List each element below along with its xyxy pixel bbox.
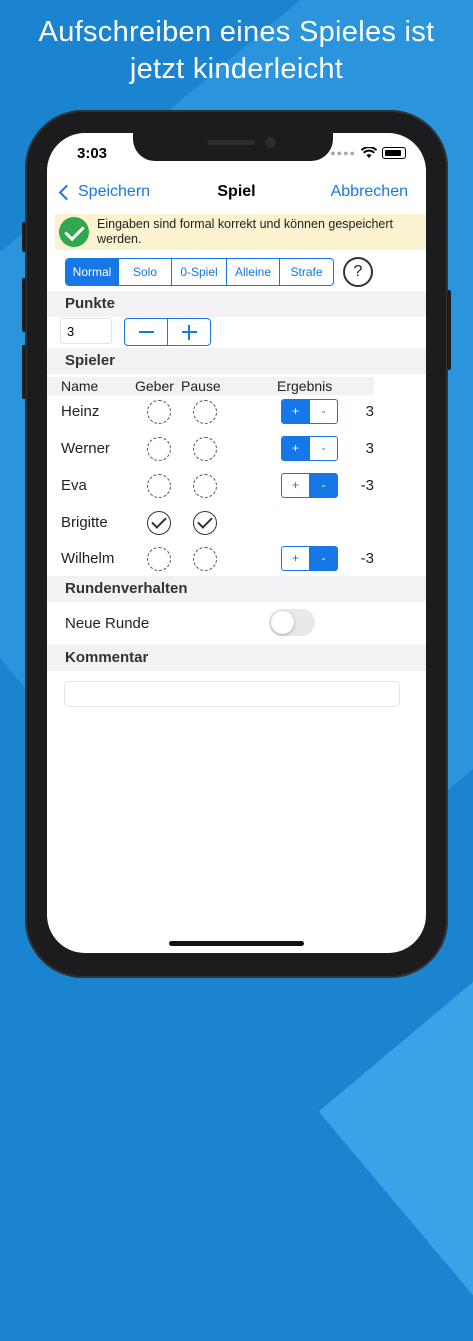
pause-checkmark-icon[interactable]: [193, 511, 217, 535]
player-result: -3: [360, 550, 374, 567]
check-circle-icon: [59, 217, 89, 247]
game-type-normal[interactable]: Normal: [66, 259, 118, 285]
player-result: 3: [365, 403, 374, 420]
game-type-alleine[interactable]: Alleine: [226, 259, 279, 285]
points-increment-button[interactable]: [167, 319, 210, 345]
pause-radio[interactable]: [193, 474, 217, 498]
result-minus-button[interactable]: -: [309, 547, 337, 570]
phone-volume-up: [22, 278, 26, 332]
result-sign-toggle: + -: [281, 399, 338, 424]
player-row: Brigitte: [47, 508, 426, 538]
notch: [133, 133, 333, 161]
home-indicator: [169, 941, 304, 946]
result-plus-button[interactable]: +: [282, 437, 309, 460]
phone-mute-switch: [22, 222, 26, 252]
result-sign-toggle: + -: [281, 473, 338, 498]
player-result: 3: [365, 440, 374, 457]
speaker-icon: [207, 140, 255, 145]
player-name: Brigitte: [61, 514, 108, 531]
player-row: Heinz + - 3: [47, 397, 426, 427]
comment-input[interactable]: [64, 681, 400, 707]
section-players-title: Spieler: [65, 352, 116, 369]
col-result: Ergebnis: [277, 378, 333, 394]
save-button-label: Speichern: [78, 183, 151, 200]
player-result: -3: [360, 477, 374, 494]
phone-volume-down: [22, 345, 26, 399]
phone-screen: 3:03 ●●●● Speichern Spiel Abbrechen Eing…: [47, 133, 426, 953]
section-players: Spieler: [47, 348, 426, 374]
promo-headline: Aufschreiben eines Spieles ist jetzt kin…: [0, 14, 473, 88]
status-indicators: ●●●●: [330, 147, 406, 159]
player-name: Werner: [61, 440, 110, 457]
section-points: Punkte: [47, 291, 426, 317]
status-time: 3:03: [77, 145, 108, 162]
game-type-zero[interactable]: 0-Spiel: [171, 259, 226, 285]
player-row: Wilhelm + - -3: [47, 544, 426, 574]
points-decrement-button[interactable]: [125, 319, 167, 345]
headline-line-1: Aufschreiben eines Spieles ist: [38, 16, 435, 48]
section-round: Rundenverhalten: [47, 576, 426, 602]
dealer-radio[interactable]: [147, 547, 171, 571]
points-stepper: [124, 318, 211, 346]
navigation-bar: Speichern Spiel Abbrechen: [47, 183, 426, 205]
dealer-radio[interactable]: [147, 437, 171, 461]
col-pause: Pause: [181, 378, 221, 394]
background-stripe-corner: [318, 918, 473, 1341]
help-button[interactable]: ?: [343, 257, 373, 287]
section-comment-title: Kommentar: [65, 649, 149, 666]
game-type-strafe[interactable]: Strafe: [279, 259, 333, 285]
col-dealer: Geber: [135, 378, 174, 394]
result-sign-toggle: + -: [281, 546, 338, 571]
player-row: Werner + - 3: [47, 434, 426, 464]
chevron-left-icon: [58, 184, 75, 200]
result-plus-button[interactable]: +: [282, 547, 309, 570]
dealer-radio[interactable]: [147, 400, 171, 424]
game-type-selector: Normal Solo 0-Spiel Alleine Strafe: [65, 258, 334, 286]
pause-radio[interactable]: [193, 547, 217, 571]
result-plus-button[interactable]: +: [282, 474, 309, 497]
pause-radio[interactable]: [193, 400, 217, 424]
validation-message: Eingaben sind formal korrekt und können …: [97, 217, 394, 246]
new-round-label: Neue Runde: [65, 615, 150, 632]
dealer-checkmark-icon[interactable]: [147, 511, 171, 535]
dealer-radio[interactable]: [147, 474, 171, 498]
save-button[interactable]: Speichern: [57, 183, 150, 201]
game-type-solo[interactable]: Solo: [118, 259, 171, 285]
cancel-button[interactable]: Abbrechen: [331, 183, 408, 201]
section-round-title: Rundenverhalten: [65, 580, 188, 597]
result-sign-toggle: + -: [281, 436, 338, 461]
wifi-icon: [361, 147, 377, 158]
battery-icon: [382, 147, 406, 159]
result-minus-button[interactable]: -: [309, 474, 337, 497]
camera-icon: [265, 137, 276, 148]
phone-power-button: [447, 290, 451, 370]
col-name: Name: [61, 378, 99, 394]
player-name: Eva: [61, 477, 87, 494]
pause-radio[interactable]: [193, 437, 217, 461]
validation-banner: Eingaben sind formal korrekt und können …: [55, 214, 426, 250]
headline-line-2: jetzt kinderleicht: [129, 53, 344, 85]
player-row: Eva + - -3: [47, 471, 426, 501]
player-name: Wilhelm: [61, 550, 115, 567]
player-name: Heinz: [61, 403, 100, 420]
new-round-toggle[interactable]: [269, 609, 315, 636]
signal-icon: ●●●●: [330, 148, 356, 158]
result-minus-button[interactable]: -: [309, 400, 337, 423]
section-comment: Kommentar: [47, 645, 426, 671]
players-table-header: Name Geber Pause Ergebnis: [47, 377, 374, 395]
result-minus-button[interactable]: -: [309, 437, 337, 460]
points-input[interactable]: 3: [60, 318, 112, 344]
result-plus-button[interactable]: +: [282, 400, 309, 423]
section-points-title: Punkte: [65, 295, 116, 312]
